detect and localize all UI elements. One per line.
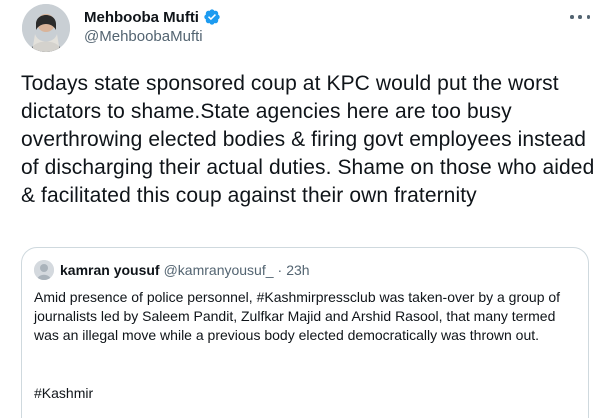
quoted-tweet-header: kamran yousuf @kamranyousuf_ · 23h [34,260,310,280]
author-avatar[interactable] [22,4,70,52]
more-dot [578,15,582,19]
quoted-author-name[interactable]: kamran yousuf [60,262,160,278]
author-display-name[interactable]: Mehbooba Mufti [84,9,199,26]
quoted-author-avatar[interactable] [34,260,54,280]
quoted-hashtag-line[interactable]: #Kashmir [34,384,93,403]
more-dot [570,15,574,19]
more-options-icon[interactable] [568,8,592,26]
verified-badge-icon [203,8,221,26]
quoted-tweet-text: Amid presence of police personnel, #Kash… [34,289,561,343]
quoted-separator: · [277,262,283,278]
author-handle[interactable]: @MehboobaMufti [84,28,203,45]
quoted-tweet[interactable]: kamran yousuf @kamranyousuf_ · 23h Amid … [21,247,589,418]
more-dot [586,15,590,19]
tweet-card: Mehbooba Mufti @MehboobaMufti Todays sta… [0,0,607,418]
tweet-text: Todays state sponsored coup at KPC would… [21,72,595,207]
quoted-author-handle[interactable]: @kamranyousuf_ [164,262,274,278]
author-name-row: Mehbooba Mufti [84,7,221,27]
quoted-timestamp[interactable]: 23h [286,262,309,278]
